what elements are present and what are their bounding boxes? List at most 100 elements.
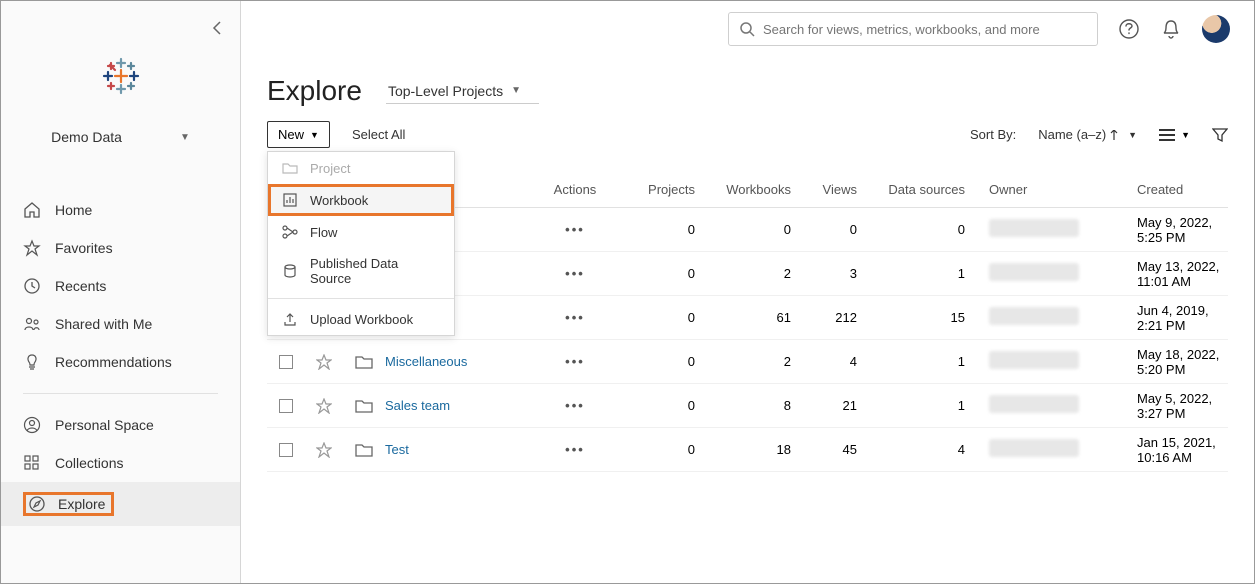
new-button[interactable]: New ▼ [267,121,330,148]
person-icon [23,416,41,434]
row-actions-menu[interactable]: ••• [565,442,585,457]
folder-icon [343,398,385,414]
filter-icon[interactable] [1212,127,1228,143]
site-selector[interactable]: Demo Data ▼ [1,119,240,155]
cell-sources: 0 [857,222,965,237]
table-row[interactable]: Test ••• 018454 Jan 15, 2021, 10:16 AM [267,428,1228,472]
search-icon [739,21,755,37]
folder-icon [282,160,298,176]
select-all-button[interactable]: Select All [352,127,405,142]
row-checkbox[interactable] [279,399,293,413]
cell-created: May 13, 2022, 11:01 AM [1095,259,1228,289]
chevron-down-icon: ▼ [1128,130,1137,140]
nav-favorites-label: Favorites [55,240,113,256]
project-name-link[interactable]: Sales team [385,398,533,413]
favorite-star[interactable] [305,442,343,458]
col-created[interactable]: Created [1095,182,1228,197]
cell-workbooks: 0 [695,222,791,237]
help-icon[interactable] [1118,18,1140,40]
nav-recents-label: Recents [55,278,106,294]
cell-views: 212 [791,310,857,325]
workbook-icon [282,192,298,208]
cell-views: 4 [791,354,857,369]
nav-favorites[interactable]: Favorites [1,229,240,267]
breadcrumb-dropdown[interactable]: Top-Level Projects ▼ [386,79,539,104]
notifications-icon[interactable] [1160,18,1182,40]
new-pds-label: Published Data Source [310,256,440,286]
sidebar: Demo Data ▼ Home Favorites Recents Share… [1,1,241,583]
project-name-link[interactable]: Test [385,442,533,457]
cell-created: May 18, 2022, 5:20 PM [1095,347,1228,377]
cell-projects: 0 [617,398,695,413]
cell-created: Jan 15, 2021, 10:16 AM [1095,435,1228,465]
search-box[interactable] [728,12,1098,46]
row-actions-menu[interactable]: ••• [565,398,585,413]
topbar [241,1,1254,57]
favorite-star[interactable] [305,398,343,414]
user-avatar[interactable] [1202,15,1230,43]
col-owner[interactable]: Owner [965,182,1095,197]
col-workbooks[interactable]: Workbooks [695,182,791,197]
cell-views: 3 [791,266,857,281]
cell-workbooks: 18 [695,442,791,457]
nav-collections-label: Collections [55,455,123,471]
view-mode-toggle[interactable]: ▼ [1159,128,1190,142]
datasource-icon [282,263,298,279]
search-input[interactable] [763,22,1087,37]
cell-sources: 1 [857,354,965,369]
row-actions-menu[interactable]: ••• [565,310,585,325]
cell-views: 0 [791,222,857,237]
new-project-item: Project [268,152,454,184]
home-icon [23,201,41,219]
nav-recents[interactable]: Recents [1,267,240,305]
new-pds-item[interactable]: Published Data Source [268,248,454,294]
cell-workbooks: 61 [695,310,791,325]
new-workbook-label: Workbook [310,193,368,208]
sort-asc-icon [1110,130,1118,140]
project-name-link[interactable]: Miscellaneous [385,354,533,369]
table-row[interactable]: Miscellaneous•••0241May 18, 2022, 5:20 P… [267,340,1228,384]
row-checkbox[interactable] [279,355,293,369]
nav-collections[interactable]: Collections [1,444,240,482]
upload-workbook-item[interactable]: Upload Workbook [268,303,454,335]
row-actions-menu[interactable]: ••• [565,266,585,281]
star-icon [23,239,41,257]
grid-icon [23,454,41,472]
nav-explore[interactable]: Explore [1,482,240,526]
nav-home[interactable]: Home [1,191,240,229]
chevron-down-icon: ▼ [511,85,521,96]
row-checkbox[interactable] [279,443,293,457]
cell-owner [965,439,1095,460]
favorite-star[interactable] [305,354,343,370]
cell-sources: 1 [857,398,965,413]
sort-by-value[interactable]: Name (a–z) ▼ [1038,127,1137,142]
new-flow-label: Flow [310,225,337,240]
collapse-sidebar-icon[interactable] [212,21,222,35]
col-projects[interactable]: Projects [617,182,695,197]
cell-owner [965,351,1095,372]
nav-recommendations-label: Recommendations [55,354,172,370]
row-actions-menu[interactable]: ••• [565,222,585,237]
cell-projects: 0 [617,310,695,325]
cell-created: May 5, 2022, 3:27 PM [1095,391,1228,421]
col-views[interactable]: Views [791,182,857,197]
col-sources[interactable]: Data sources [857,182,965,197]
new-workbook-item[interactable]: Workbook [268,184,454,216]
cell-sources: 4 [857,442,965,457]
cell-views: 45 [791,442,857,457]
upload-icon [282,311,298,327]
people-icon [23,315,41,333]
col-actions[interactable]: Actions [533,182,617,197]
new-flow-item[interactable]: Flow [268,216,454,248]
clock-icon [23,277,41,295]
cell-projects: 0 [617,442,695,457]
chevron-down-icon: ▼ [310,130,319,140]
nav-recommendations[interactable]: Recommendations [1,343,240,381]
tableau-logo [101,56,141,96]
row-actions-menu[interactable]: ••• [565,354,585,369]
nav-shared[interactable]: Shared with Me [1,305,240,343]
table-row[interactable]: Sales team•••08211May 5, 2022, 3:27 PM [267,384,1228,428]
nav-personal-space[interactable]: Personal Space [1,406,240,444]
cell-projects: 0 [617,222,695,237]
folder-icon [343,442,385,458]
